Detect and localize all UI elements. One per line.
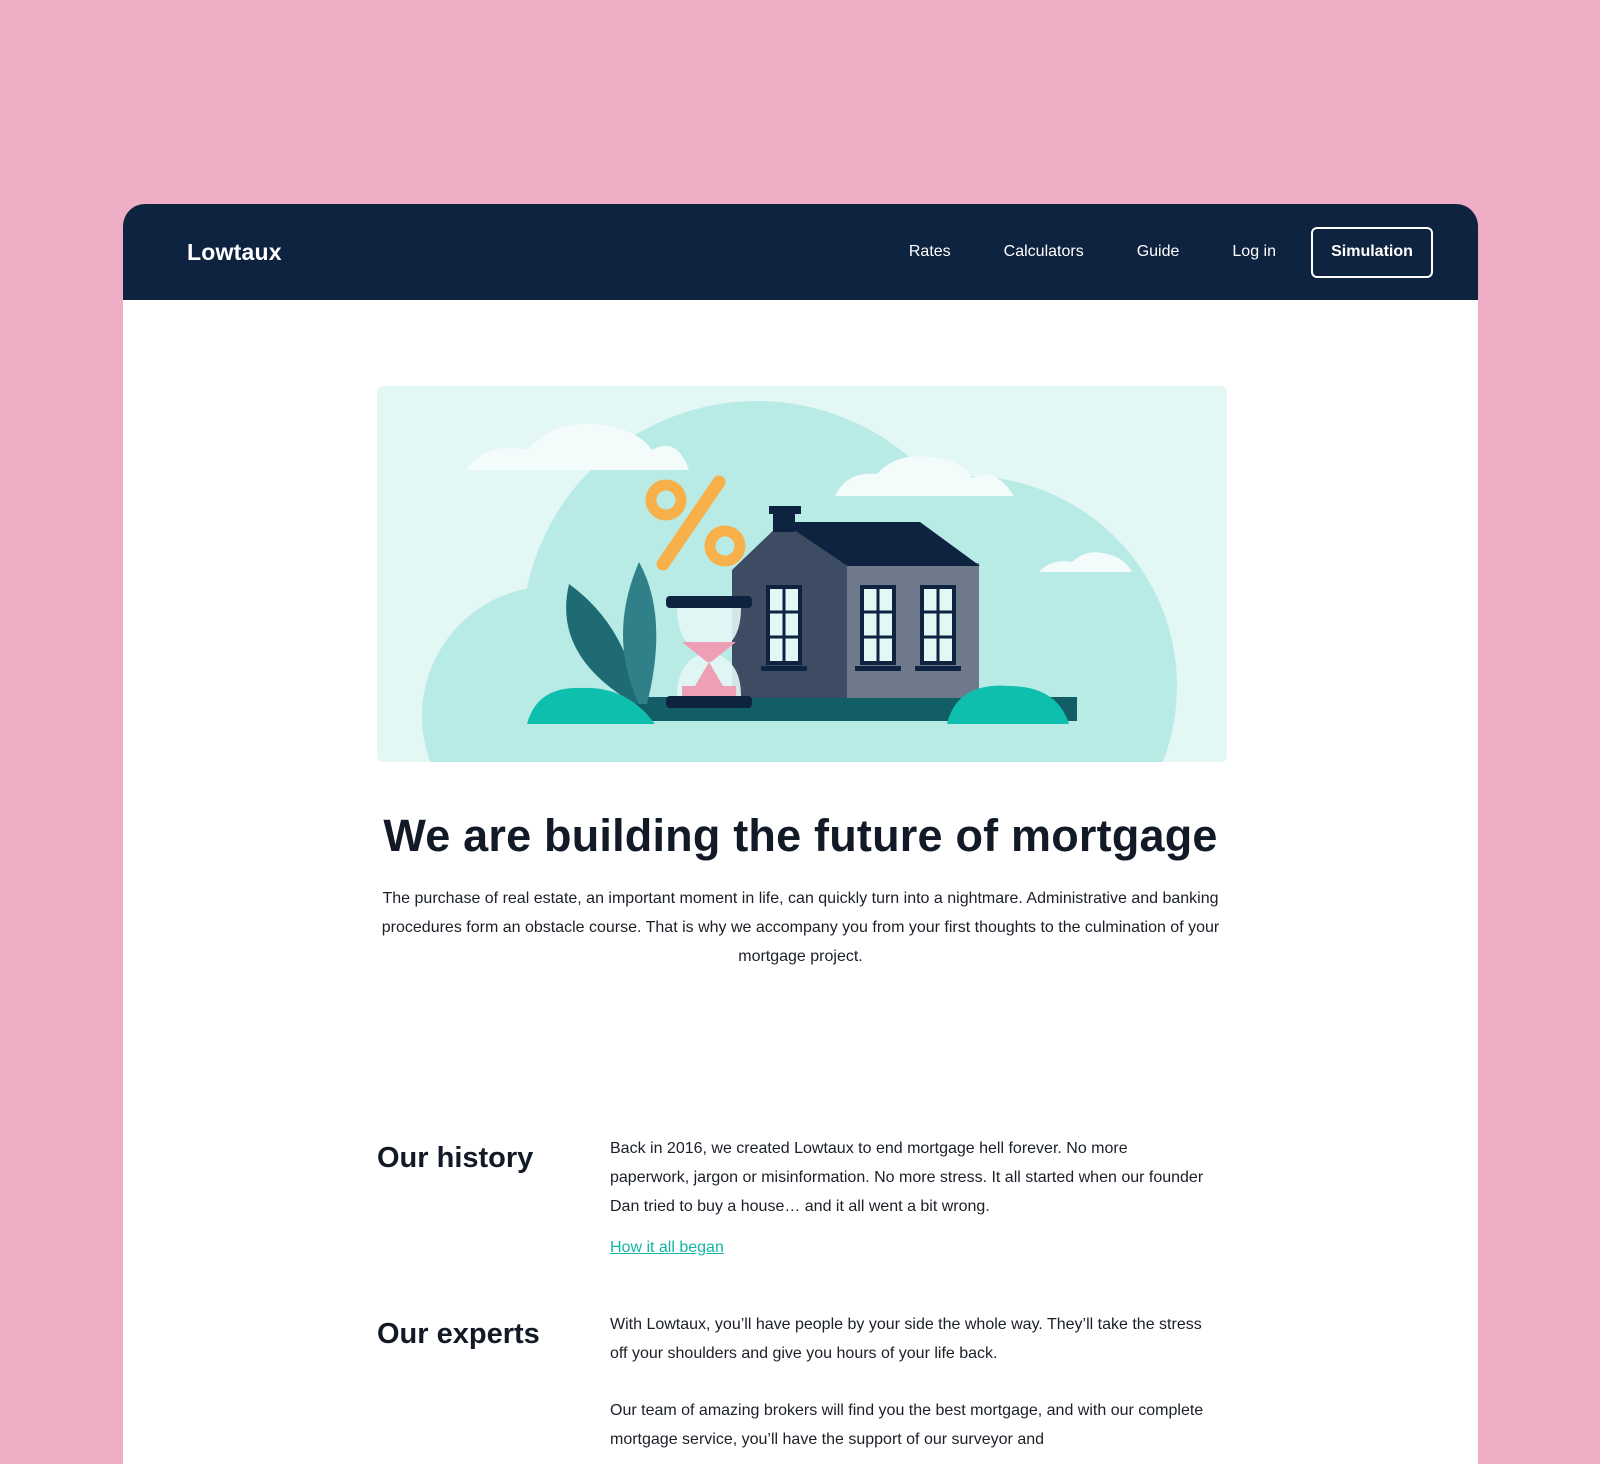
nav-link-calculators[interactable]: Calculators xyxy=(1004,243,1084,261)
section-body-experts-2: Our team of amazing brokers will find yo… xyxy=(610,1402,1204,1448)
intro-paragraph: The purchase of real estate, an importan… xyxy=(381,890,1220,965)
nav-link-login[interactable]: Log in xyxy=(1232,243,1276,261)
how-it-began-link[interactable]: How it all began xyxy=(610,1239,724,1257)
section-body-history: Back in 2016, we created Lowtaux to end … xyxy=(610,1140,1204,1215)
page-headline: We are building the future of mortgage xyxy=(383,810,1218,861)
section-body-experts: With Lowtaux, you’ll have people by your… xyxy=(610,1316,1202,1362)
section-title-experts: Our experts xyxy=(377,1318,540,1350)
hero-illustration xyxy=(377,386,1227,762)
nav-link-rates[interactable]: Rates xyxy=(909,243,951,261)
top-navbar: Lowtaux Rates Calculators Guide Log in S… xyxy=(123,204,1478,300)
simulation-button[interactable]: Simulation xyxy=(1311,226,1433,278)
section-title-history: Our history xyxy=(377,1142,534,1174)
nav-links: Rates Calculators Guide Log in xyxy=(909,243,1276,261)
browser-window: Lowtaux Rates Calculators Guide Log in S… xyxy=(123,204,1478,1464)
house-illustration xyxy=(377,386,1227,762)
brand-logo[interactable]: Lowtaux xyxy=(187,239,282,266)
nav-link-guide[interactable]: Guide xyxy=(1137,243,1180,261)
